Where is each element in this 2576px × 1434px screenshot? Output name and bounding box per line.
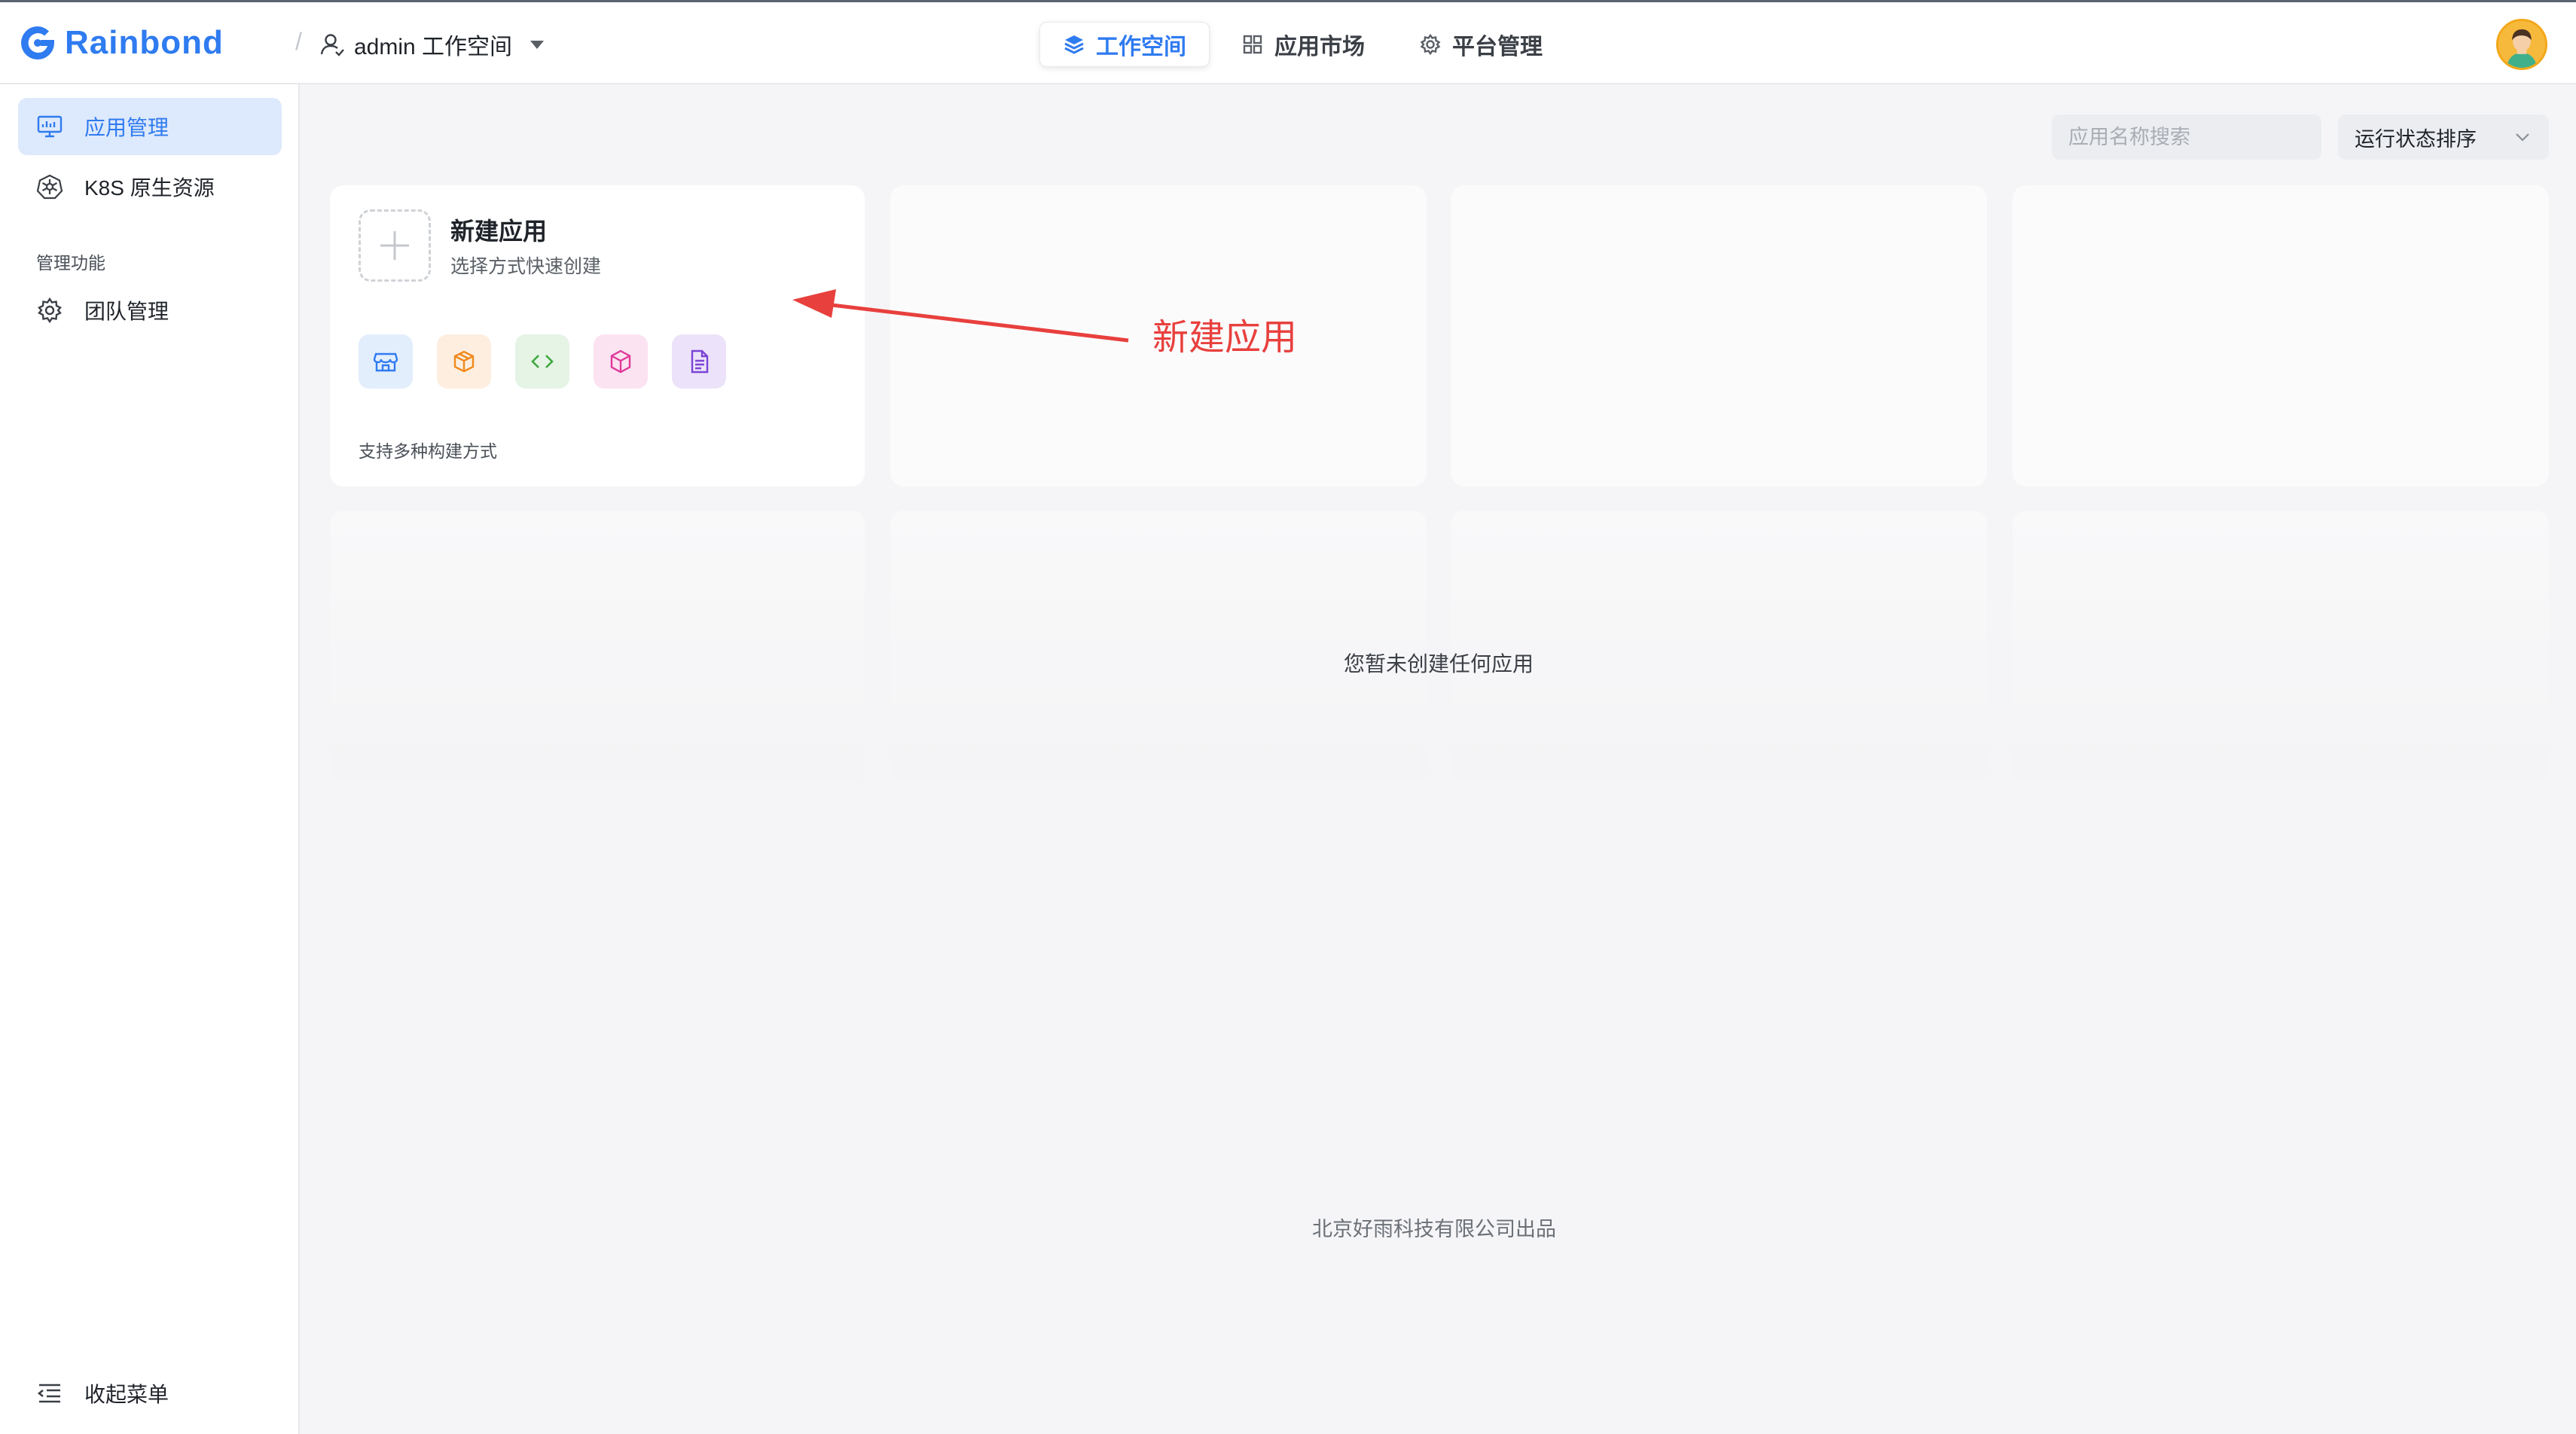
breadcrumb-separator: / <box>295 28 302 55</box>
tab-platform-admin-label: 平台管理 <box>1452 35 1543 59</box>
document-icon <box>691 349 709 374</box>
sidebar-item-label: K8S 原生资源 <box>84 176 215 200</box>
kubernetes-icon <box>36 174 63 200</box>
method-app-store[interactable] <box>359 334 413 389</box>
tab-app-market-label: 应用市场 <box>1274 35 1365 59</box>
top-navigation: 工作空间 应用市场 平台管理 <box>1039 22 1565 67</box>
app-card-placeholder <box>2013 185 2549 487</box>
gear-icon <box>1420 33 1441 56</box>
rainbond-logo-icon <box>21 26 54 59</box>
menu-fold-icon <box>37 1384 60 1403</box>
package-icon <box>453 350 475 373</box>
annotation-label: 新建应用 <box>1152 318 1298 358</box>
add-app-button[interactable] <box>359 209 431 282</box>
method-source-code[interactable] <box>515 334 569 389</box>
method-yaml[interactable] <box>672 334 726 389</box>
sidebar-item-app-management[interactable]: 应用管理 <box>18 98 282 155</box>
sort-select-value: 运行状态排序 <box>2355 127 2477 151</box>
app-card-placeholder <box>1451 185 1987 487</box>
app-card-skeleton <box>1451 511 1987 782</box>
gear-icon <box>38 297 62 324</box>
sidebar-section-title: 管理功能 <box>36 253 105 273</box>
grid-icon <box>1243 35 1262 54</box>
tab-workspace-label: 工作空间 <box>1096 35 1186 59</box>
monitor-icon <box>37 115 63 138</box>
tab-platform-admin[interactable]: 平台管理 <box>1396 22 1565 67</box>
collapse-menu-button[interactable]: 收起菜单 <box>18 1365 282 1422</box>
sidebar-item-label: 应用管理 <box>84 116 169 139</box>
sidebar-item-team-management[interactable]: 团队管理 <box>18 282 282 339</box>
status-sort-select[interactable]: 运行状态排序 <box>2338 114 2549 160</box>
method-package[interactable] <box>437 334 491 389</box>
new-app-subtitle: 选择方式快速创建 <box>450 256 602 277</box>
code-icon <box>531 355 554 368</box>
store-icon <box>373 352 398 372</box>
app-card-skeleton <box>330 511 865 782</box>
cube-icon <box>610 349 631 374</box>
build-methods-note: 支持多种构建方式 <box>359 441 497 461</box>
top-header: Rainbond / admin 工作空间 工作空间 应用市场 平台管理 <box>0 0 2576 84</box>
workspace-name: admin 工作空间 <box>354 35 513 59</box>
chevron-down-icon <box>530 40 545 49</box>
collapse-menu-label: 收起菜单 <box>84 1383 169 1406</box>
build-method-list <box>359 334 726 389</box>
brand-logo[interactable]: Rainbond <box>18 23 224 63</box>
sidebar: 应用管理 K8S 原生资源 管理功能 团队管理 收起菜单 <box>0 84 300 1434</box>
app-card-skeleton <box>2013 511 2549 782</box>
tab-workspace[interactable]: 工作空间 <box>1039 22 1210 67</box>
user-icon <box>320 34 344 56</box>
avatar-icon <box>2498 21 2545 68</box>
sidebar-item-label: 团队管理 <box>84 300 169 323</box>
workspace-switcher[interactable]: admin 工作空间 <box>319 25 545 64</box>
app-search-box[interactable] <box>2052 114 2335 160</box>
method-container-image[interactable] <box>594 334 648 389</box>
search-input[interactable] <box>2068 125 2335 149</box>
empty-state-message: 您暂未创建任何应用 <box>1344 652 1534 676</box>
layers-icon <box>1064 35 1084 54</box>
sidebar-item-k8s-resources[interactable]: K8S 原生资源 <box>18 158 282 215</box>
app-card-skeleton <box>890 511 1427 782</box>
footer-copyright: 北京好雨科技有限公司出品 <box>1312 1218 1556 1240</box>
user-avatar[interactable] <box>2496 19 2547 70</box>
annotation-arrow <box>792 289 1129 343</box>
chevron-down-icon <box>2516 133 2529 142</box>
brand-name: Rainbond <box>65 24 224 61</box>
tab-app-market[interactable]: 应用市场 <box>1219 22 1387 67</box>
new-app-title: 新建应用 <box>450 218 548 245</box>
